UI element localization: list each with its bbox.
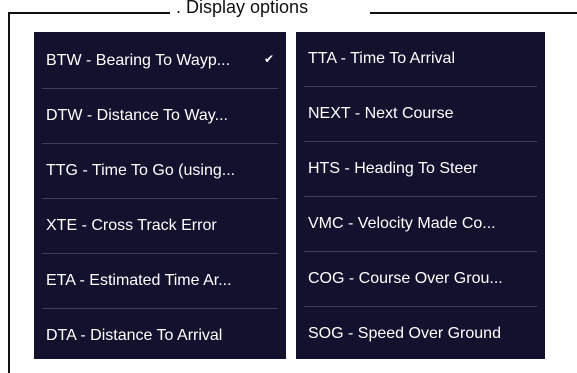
list-item-label: DTA - Distance To Arrival xyxy=(46,327,223,344)
list-item-label: COG - Course Over Grou... xyxy=(308,270,503,287)
list-item-btw[interactable]: BTW - Bearing To Wayp... ✔ xyxy=(34,34,286,88)
frame-border-top-right xyxy=(370,12,577,14)
list-item-label: HTS - Heading To Steer xyxy=(308,160,478,177)
list-item-label: DTW - Distance To Way... xyxy=(46,107,228,124)
list-item-label: NEXT - Next Course xyxy=(308,105,454,122)
list-item-xte[interactable]: XTE - Cross Track Error xyxy=(34,199,286,253)
frame-border-left xyxy=(8,12,10,373)
list-item-hts[interactable]: HTS - Heading To Steer xyxy=(296,142,545,196)
list-item-label: ETA - Estimated Time Ar... xyxy=(46,272,232,289)
check-icon: ✔ xyxy=(263,52,274,66)
list-item-label: BTW - Bearing To Wayp... xyxy=(46,52,231,69)
list-item-dtw[interactable]: DTW - Distance To Way... xyxy=(34,89,286,143)
left-options-panel: BTW - Bearing To Wayp... ✔ DTW - Distanc… xyxy=(34,32,286,359)
list-item-tta[interactable]: TTA - Time To Arrival xyxy=(296,32,545,86)
list-item-sog[interactable]: SOG - Speed Over Ground xyxy=(296,307,545,361)
list-item-eta[interactable]: ETA - Estimated Time Ar... xyxy=(34,254,286,308)
list-item-label: TTA - Time To Arrival xyxy=(308,50,455,67)
list-item-label: VMC - Velocity Made Co... xyxy=(308,215,496,232)
list-item-cog[interactable]: COG - Course Over Grou... xyxy=(296,252,545,306)
list-item-ttg[interactable]: TTG - Time To Go (using... xyxy=(34,144,286,198)
frame-border-top-left xyxy=(8,12,170,14)
list-item-label: SOG - Speed Over Ground xyxy=(308,325,501,342)
list-item-label: TTG - Time To Go (using... xyxy=(46,162,236,179)
list-item-next[interactable]: NEXT - Next Course xyxy=(296,87,545,141)
frame-title: . Display options xyxy=(176,0,309,17)
right-options-panel: TTA - Time To Arrival NEXT - Next Course… xyxy=(296,32,545,359)
list-item-vmc[interactable]: VMC - Velocity Made Co... xyxy=(296,197,545,251)
list-item-dta[interactable]: DTA - Distance To Arrival xyxy=(34,309,286,363)
list-item-label: XTE - Cross Track Error xyxy=(46,217,217,234)
